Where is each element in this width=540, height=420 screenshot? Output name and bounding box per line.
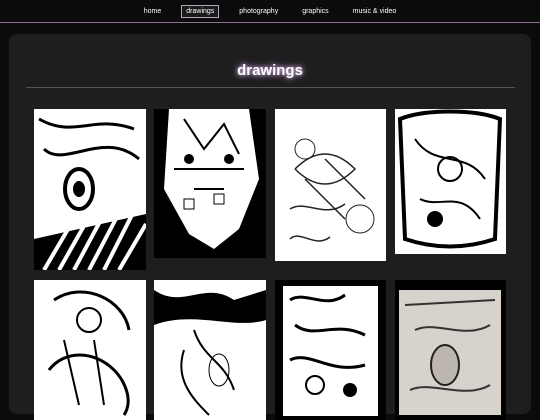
nav-drawings[interactable]: drawings (181, 4, 220, 18)
drawing-thumbnail-6[interactable] (154, 280, 266, 420)
drawing-thumbnail-2[interactable] (154, 109, 266, 258)
nav-music-video[interactable]: music & video (349, 6, 401, 17)
drawing-image-7 (275, 280, 386, 420)
drawing-thumbnail-7[interactable] (275, 280, 386, 420)
top-nav: home drawings photography graphics music… (0, 0, 540, 23)
drawing-thumbnail-5[interactable] (34, 280, 146, 420)
nav-home[interactable]: home (140, 6, 166, 17)
drawing-thumbnail-1[interactable] (34, 109, 146, 270)
drawing-image-3 (275, 109, 386, 261)
drawing-image-8 (395, 280, 506, 420)
drawing-image-4 (395, 109, 506, 254)
drawing-thumbnail-4[interactable] (395, 109, 506, 254)
title-divider (26, 87, 515, 88)
nav-photography[interactable]: photography (235, 6, 282, 17)
drawing-thumbnail-8[interactable] (395, 280, 506, 420)
drawing-image-2 (154, 109, 266, 258)
drawing-thumbnail-3[interactable] (275, 109, 386, 261)
nav-graphics[interactable]: graphics (298, 6, 332, 17)
drawing-image-5 (34, 280, 146, 420)
drawing-image-6 (154, 280, 266, 420)
drawing-image-1 (34, 109, 146, 270)
page-title: drawings (237, 62, 303, 79)
